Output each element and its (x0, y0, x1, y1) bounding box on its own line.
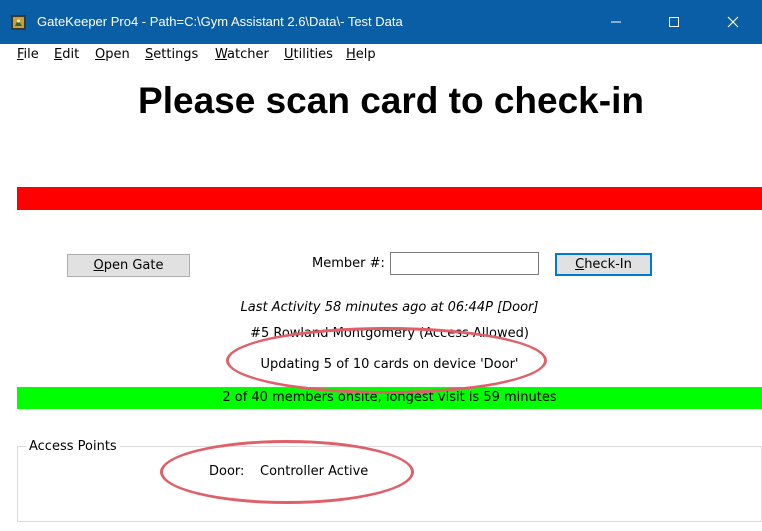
page-title: Please scan card to check-in (138, 80, 644, 121)
alert-bar (17, 187, 762, 210)
member-number-input[interactable] (390, 252, 539, 275)
menu-open[interactable]: Open (95, 47, 130, 62)
minimize-icon (611, 21, 621, 23)
close-icon (727, 16, 739, 28)
last-activity-text: Last Activity 58 minutes ago at 06:44P [… (240, 300, 539, 315)
minimize-button[interactable] (587, 0, 645, 44)
menu-settings[interactable]: Settings (145, 47, 198, 62)
menu-file[interactable]: File (17, 47, 39, 62)
title-bar[interactable]: GateKeeper Pro4 - Path=C:\Gym Assistant … (0, 0, 762, 44)
annotation-ellipse-door (160, 440, 414, 504)
maximize-button[interactable] (645, 0, 703, 44)
annotation-ellipse-update (226, 327, 547, 394)
menu-help[interactable]: Help (346, 47, 376, 62)
open-gate-button[interactable]: Open Gate (67, 254, 190, 277)
menu-edit[interactable]: Edit (54, 47, 79, 62)
check-in-button[interactable]: Check-In (555, 253, 652, 276)
member-number-label: Member #: (312, 256, 385, 271)
gatekeeper-app-icon (11, 15, 26, 30)
close-button[interactable] (704, 0, 762, 44)
menu-watcher[interactable]: Watcher (215, 47, 269, 62)
access-points-label: Access Points (26, 439, 120, 454)
window-title: GateKeeper Pro4 - Path=C:\Gym Assistant … (37, 14, 403, 29)
maximize-icon (669, 17, 679, 27)
menu-utilities[interactable]: Utilities (284, 47, 333, 62)
menu-bar: File Edit Open Settings Watcher Utilitie… (0, 44, 762, 66)
